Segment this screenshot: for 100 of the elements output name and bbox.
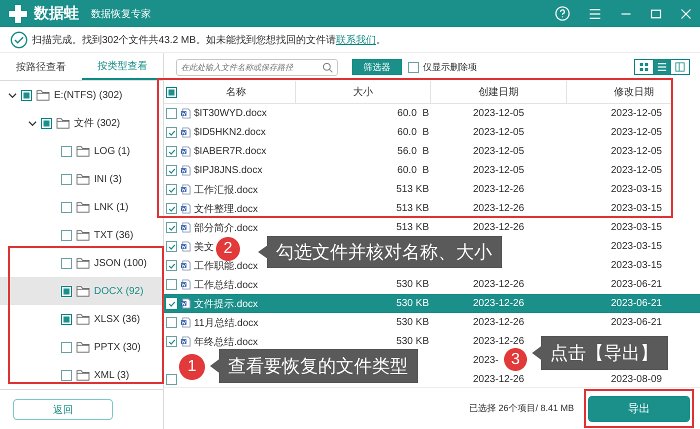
step-number: 1 (179, 354, 205, 380)
folder-icon (76, 229, 90, 242)
app-subtitle: 数据恢复专家 (91, 8, 151, 20)
row-highlight[interactable]: 文件提示.docx 530 KB 2023-12-26 2023-06-21 (164, 294, 700, 313)
file-name: 工作汇报.docx (194, 184, 258, 196)
file-size: 56.0 B (397, 146, 429, 157)
tree-label[interactable]: LNK (1) (94, 202, 128, 213)
folder-icon (76, 145, 90, 158)
document-icon (180, 222, 191, 233)
row-checkbox[interactable] (166, 260, 177, 271)
file-name: $IPJ8JNS.docx (194, 165, 262, 176)
file-name: 工作总结.docx (194, 278, 258, 292)
tree-label[interactable]: INI (3) (94, 174, 122, 185)
modified-date: 2023-03-15 (610, 184, 662, 195)
folder-icon (76, 257, 90, 270)
checkbox[interactable] (61, 286, 72, 297)
modified-date: 2023-12-05 (610, 127, 662, 138)
split-pane-icon[interactable] (675, 62, 685, 72)
checkbox[interactable] (61, 314, 72, 325)
column-header[interactable]: 名称 (177, 85, 295, 99)
tree-label[interactable]: TXT (36) (94, 230, 134, 241)
document-icon (180, 298, 191, 309)
row-checkbox[interactable] (166, 279, 177, 290)
created-date: 2023-12-26 (473, 298, 524, 309)
document-icon (180, 203, 191, 214)
search-icon[interactable] (322, 62, 333, 72)
file-size: 530 KB (396, 317, 429, 328)
folder-icon (76, 285, 90, 298)
checkbox[interactable] (61, 230, 72, 241)
row-checkbox[interactable] (166, 203, 177, 214)
file-size: 513 KB (396, 203, 429, 214)
tree-label[interactable]: XML (3) (94, 370, 130, 381)
checkbox[interactable] (61, 174, 72, 185)
row-checkbox[interactable] (166, 184, 177, 195)
row-checkbox[interactable] (166, 317, 177, 328)
row-checkbox[interactable] (166, 336, 177, 347)
file-name: 11月总结.docx (194, 316, 258, 330)
expand-caret-icon[interactable] (8, 90, 17, 100)
row-checkbox[interactable] (166, 127, 177, 138)
tree-label[interactable]: E:(NTFS) (302) (54, 90, 122, 101)
row-checkbox[interactable] (166, 165, 177, 176)
tree-label[interactable]: LOG (1) (94, 146, 130, 157)
folder-icon (76, 369, 90, 382)
list-icon[interactable] (657, 62, 667, 72)
created-date: 2023-12-26 (473, 184, 524, 195)
filter-button[interactable]: 筛选器 (352, 59, 402, 75)
menu-icon[interactable] (588, 6, 602, 20)
export-button[interactable]: 导出 (588, 396, 690, 422)
checkbox[interactable] (21, 90, 32, 101)
checkbox[interactable] (41, 118, 52, 129)
document-icon (180, 184, 191, 195)
modified-date: 2023-06-21 (610, 298, 662, 309)
modified-date: 2023-03-15 (610, 203, 662, 214)
contact-link[interactable]: 联系我们 (336, 34, 376, 46)
row-checkbox[interactable] (166, 108, 177, 119)
created-date: 2023- (473, 355, 499, 366)
row-checkbox[interactable] (166, 241, 177, 252)
check-circle-icon (10, 30, 28, 48)
row-checkbox[interactable] (166, 222, 177, 233)
checkbox-label: 仅显示删除项 (423, 60, 477, 74)
modified-date: 2023-12-05 (610, 146, 662, 157)
row-checkbox[interactable] (166, 374, 177, 385)
callout-bubble: 勾选文件并核对名称、大小 (258, 236, 502, 268)
checkbox[interactable] (61, 342, 72, 353)
checkbox[interactable] (61, 202, 72, 213)
cross-logo-icon (8, 4, 28, 24)
select-all-checkbox[interactable] (166, 86, 177, 98)
created-date: 2023-12-05 (473, 108, 524, 119)
tree-label[interactable]: PPTX (30) (94, 342, 141, 353)
modified-date: 2023-12-05 (610, 108, 662, 119)
grid-icon[interactable] (639, 62, 649, 72)
checkbox[interactable] (61, 258, 72, 269)
column-header[interactable]: 大小 (353, 85, 373, 99)
modified-date: 2023-03-15 (610, 260, 662, 271)
help-icon[interactable] (555, 6, 570, 21)
tree-label[interactable]: JSON (100) (94, 258, 147, 269)
file-name: 文件整理.docx (194, 202, 258, 216)
created-date: 2023-12-26 (473, 374, 524, 385)
document-icon (180, 146, 191, 157)
search-field[interactable]: 在此处输入文件名称或保存路径 (176, 58, 338, 76)
checkbox[interactable] (61, 146, 72, 157)
file-name: $IT30WYD.docx (194, 108, 267, 119)
back-button[interactable]: 返回 (13, 399, 113, 420)
row-checkbox[interactable] (166, 146, 177, 157)
expand-caret-icon[interactable] (28, 118, 37, 128)
document-icon (180, 241, 191, 252)
document-icon (180, 336, 191, 347)
close-icon[interactable] (680, 8, 692, 20)
column-header[interactable]: 创建日期 (478, 85, 518, 99)
file-size: 60.0 B (397, 108, 429, 119)
tree-label[interactable]: 文件 (302) (74, 116, 120, 130)
checkbox[interactable] (61, 370, 72, 381)
file-name: 美文 (194, 240, 214, 254)
checkbox[interactable] (408, 62, 419, 72)
view-tab[interactable]: 按路径查看 (0, 53, 82, 80)
view-tab[interactable]: 按类型查看 (82, 53, 163, 80)
column-header[interactable]: 修改日期 (614, 85, 654, 99)
tree-label[interactable]: XLSX (36) (94, 314, 140, 325)
maximize-icon[interactable] (650, 8, 662, 20)
list-view-button[interactable] (653, 60, 671, 74)
